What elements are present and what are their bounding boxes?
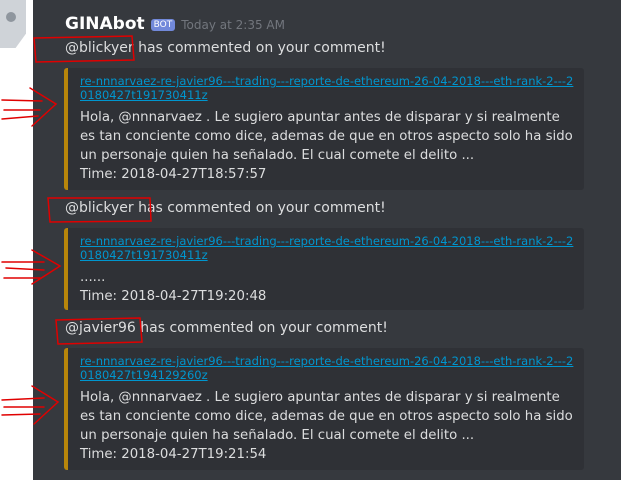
comment-body: ...... (80, 270, 106, 285)
message-header: GINAbot BOT Today at 2:35 AM (65, 14, 285, 38)
notification-message: has commented on your comment! (133, 200, 386, 216)
bot-avatar[interactable] (0, 0, 26, 48)
comment-time: Time: 2018-04-27T19:20:48 (80, 289, 267, 304)
notification-message: has commented on your comment! (133, 40, 386, 56)
permlink-link[interactable]: re-nnnarvaez-re-javier96---trading---rep… (80, 354, 574, 382)
message-timestamp: Today at 2:35 AM (181, 18, 285, 32)
bot-badge: BOT (150, 19, 176, 31)
user-mention[interactable]: @javier96 (65, 320, 136, 336)
notification-message: has commented on your comment! (135, 320, 388, 336)
comment-embed: re-nnnarvaez-re-javier96---trading---rep… (64, 228, 584, 310)
comment-time: Time: 2018-04-27T18:57:57 (80, 167, 267, 182)
comment-embed: re-nnnarvaez-re-javier96---trading---rep… (64, 68, 584, 190)
comment-time: Time: 2018-04-27T19:21:54 (80, 447, 267, 462)
user-mention[interactable]: @blickyer (65, 200, 134, 216)
comment-body: Hola, @nnnarvaez . Le sugiero apuntar an… (80, 110, 573, 163)
notification-text: @blickyer has commented on your comment! (65, 200, 386, 216)
permlink-link[interactable]: re-nnnarvaez-re-javier96---trading---rep… (80, 234, 574, 262)
permlink-link[interactable]: re-nnnarvaez-re-javier96---trading---rep… (80, 74, 574, 102)
notification-text: @javier96 has commented on your comment! (65, 320, 388, 336)
chat-panel: GINAbot BOT Today at 2:35 AM @blickyer h… (33, 0, 621, 480)
bot-username[interactable]: GINAbot (65, 14, 145, 34)
user-mention[interactable]: @blickyer (65, 40, 134, 56)
comment-body: Hola, @nnnarvaez . Le sugiero apuntar an… (80, 390, 573, 443)
comment-embed: re-nnnarvaez-re-javier96---trading---rep… (64, 348, 584, 470)
notification-text: @blickyer has commented on your comment! (65, 40, 386, 56)
